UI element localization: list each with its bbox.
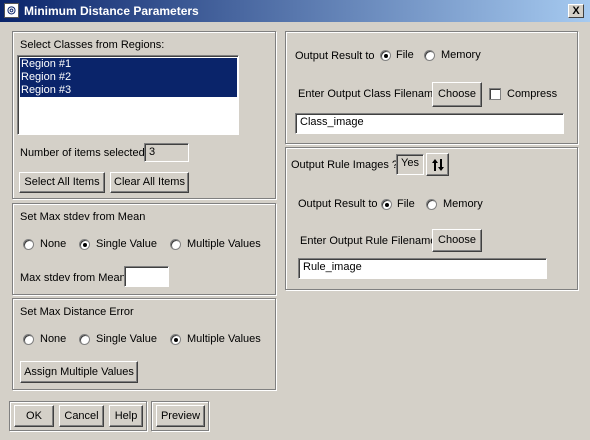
ok-button[interactable]: OK [14,405,54,427]
up-down-arrows-icon [432,159,444,171]
distance-single-radio[interactable] [79,334,90,345]
class-filename-input[interactable]: Class_image [295,113,564,134]
preview-button[interactable]: Preview [156,405,205,427]
distance-none-radio[interactable] [23,334,34,345]
items-selected-count: 3 [144,143,189,162]
cancel-button[interactable]: Cancel [59,405,104,427]
distance-multiple-label[interactable]: Multiple Values [187,333,261,345]
rule-filename-input[interactable]: Rule_image [298,258,547,279]
distance-error-group: Set Max Distance Error None Single Value… [12,298,276,390]
stdev-field-label: Max stdev from Mean [20,272,126,284]
class-choose-button[interactable]: Choose [432,82,482,107]
rule-images-label: Output Rule Images ? [291,159,399,171]
rule-output-result-label: Output Result to [298,198,378,210]
select-all-button[interactable]: Select All Items [19,172,105,193]
close-button[interactable]: X [568,4,584,18]
rule-memory-radio[interactable] [426,199,437,210]
distance-error-heading: Set Max Distance Error [20,306,134,318]
list-item[interactable]: Region #2 [20,71,237,84]
items-selected-label: Number of items selected: [20,147,148,159]
stdev-heading: Set Max stdev from Mean [20,211,146,223]
stdev-multiple-label[interactable]: Multiple Values [187,238,261,250]
output-rule-group: Output Rule Images ? Yes Output Result t… [285,147,578,290]
rule-memory-label[interactable]: Memory [443,198,483,210]
classes-heading: Select Classes from Regions: [20,39,165,51]
list-item[interactable]: Region #3 [20,84,237,97]
classes-group: Select Classes from Regions: Region #1 R… [12,31,276,199]
rule-file-label[interactable]: File [397,198,415,210]
compress-checkbox[interactable] [489,88,501,100]
stdev-field[interactable] [124,266,169,287]
rule-images-value: Yes [396,154,424,175]
dialog-window: ◎ Minimum Distance Parameters X Select C… [0,0,590,440]
preview-button-group: Preview [151,401,209,431]
rule-file-radio[interactable] [381,199,392,210]
app-icon: ◎ [4,3,19,18]
class-filename-label: Enter Output Class Filename [298,88,440,100]
distance-single-label[interactable]: Single Value [96,333,157,345]
output-class-group: Output Result to File Memory Enter Outpu… [285,31,578,144]
stdev-none-label[interactable]: None [40,238,66,250]
action-buttons-group: OK Cancel Help [9,401,147,431]
help-button[interactable]: Help [109,405,143,427]
output-memory-radio[interactable] [424,50,435,61]
output-memory-label[interactable]: Memory [441,49,481,61]
list-item[interactable]: Region #1 [20,58,237,71]
rule-choose-button[interactable]: Choose [432,229,482,252]
window-title: Minimum Distance Parameters [24,4,199,18]
stdev-single-label[interactable]: Single Value [96,238,157,250]
output-file-radio[interactable] [380,50,391,61]
regions-listbox[interactable]: Region #1 Region #2 Region #3 [17,55,239,135]
stdev-single-radio[interactable] [79,239,90,250]
compress-label[interactable]: Compress [507,88,557,100]
output-file-label[interactable]: File [396,49,414,61]
stdev-multiple-radio[interactable] [170,239,181,250]
output-result-label: Output Result to [295,50,375,62]
distance-multiple-radio[interactable] [170,334,181,345]
rule-images-toggle[interactable] [426,153,449,176]
stdev-group: Set Max stdev from Mean None Single Valu… [12,203,276,295]
clear-all-button[interactable]: Clear All Items [110,172,189,193]
rule-filename-label: Enter Output Rule Filename [300,235,437,247]
distance-none-label[interactable]: None [40,333,66,345]
assign-multiple-values-button[interactable]: Assign Multiple Values [20,361,138,383]
stdev-none-radio[interactable] [23,239,34,250]
title-bar[interactable]: ◎ Minimum Distance Parameters X [0,0,590,22]
